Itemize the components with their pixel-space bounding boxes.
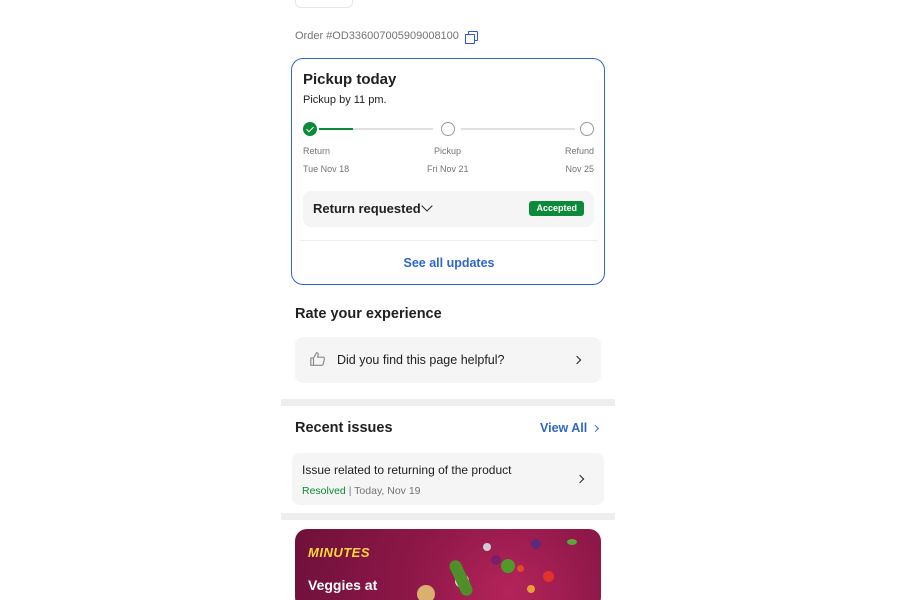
issue-status: Resolved bbox=[302, 485, 346, 497]
step-refund-node bbox=[580, 122, 594, 136]
chevron-right-icon bbox=[592, 424, 600, 432]
progress-segment-1 bbox=[319, 128, 433, 130]
cucumber-illustration bbox=[447, 558, 475, 598]
order-id-text: Order #OD336007005909008100 bbox=[295, 30, 459, 42]
promo-banner[interactable]: MINUTES Veggies at bbox=[295, 529, 601, 600]
tracking-title: Pickup today bbox=[303, 71, 397, 88]
veggie-illustration bbox=[531, 539, 541, 549]
view-all-label: View All bbox=[540, 421, 588, 435]
veggie-illustration bbox=[491, 555, 501, 565]
veggie-illustration bbox=[483, 543, 491, 551]
veggie-illustration bbox=[517, 565, 524, 572]
return-status-label: Return requested bbox=[313, 201, 421, 216]
veggie-illustration bbox=[543, 571, 554, 582]
accepted-status-badge: Accepted bbox=[529, 201, 584, 216]
tracking-subtitle: Pickup by 11 pm. bbox=[303, 94, 387, 106]
step-refund-label: Refund bbox=[564, 146, 594, 156]
veggie-illustration bbox=[501, 559, 515, 573]
card-divider bbox=[300, 240, 598, 241]
issue-meta: Resolved | Today, Nov 19 bbox=[302, 485, 421, 497]
rate-section-title: Rate your experience bbox=[295, 306, 442, 322]
tracking-card: Pickup today Pickup by 11 pm. Return Pic… bbox=[291, 58, 605, 285]
page-column: Order #OD336007005909008100 Pickup today… bbox=[281, 0, 615, 600]
progress-segment-2 bbox=[461, 128, 575, 130]
potato-illustration bbox=[417, 585, 435, 600]
copy-icon[interactable] bbox=[464, 30, 478, 44]
veggie-illustration bbox=[527, 585, 535, 593]
issue-title: Issue related to returning of the produc… bbox=[302, 463, 512, 477]
step-pickup-node bbox=[441, 122, 455, 136]
thumbs-up-icon bbox=[310, 352, 326, 366]
step-pickup-label: Pickup bbox=[434, 146, 462, 156]
section-separator bbox=[281, 513, 615, 520]
step-pickup-date: Fri Nov 21 bbox=[427, 164, 469, 174]
chevron-down-icon bbox=[421, 200, 433, 212]
issue-meta-separator: | bbox=[348, 485, 352, 497]
promo-headline: Veggies at bbox=[308, 577, 378, 593]
issue-date: Today, Nov 19 bbox=[354, 485, 421, 497]
veggie-illustration bbox=[567, 539, 577, 545]
see-all-updates-link[interactable]: See all updates bbox=[292, 256, 606, 270]
step-return-check-icon bbox=[303, 122, 317, 136]
tracking-progress bbox=[303, 121, 595, 137]
promo-brand-logo: MINUTES bbox=[308, 545, 370, 560]
helpful-prompt-text: Did you find this page helpful? bbox=[337, 353, 505, 367]
view-all-link[interactable]: View All bbox=[540, 421, 600, 435]
previous-card-edge bbox=[295, 0, 353, 8]
helpful-feedback-button[interactable]: Did you find this page helpful? bbox=[295, 337, 601, 383]
step-return-label: Return bbox=[303, 146, 331, 156]
issue-list-item[interactable]: Issue related to returning of the produc… bbox=[292, 453, 604, 505]
progress-segment-fill bbox=[319, 128, 354, 130]
chevron-right-icon bbox=[575, 474, 585, 484]
step-return-date: Tue Nov 18 bbox=[303, 164, 350, 174]
return-status-dropdown[interactable]: Return requested Accepted bbox=[303, 191, 594, 227]
chevron-right-icon bbox=[572, 355, 582, 365]
recent-issues-title: Recent issues bbox=[295, 420, 393, 436]
order-id-row: Order #OD336007005909008100 bbox=[295, 30, 478, 44]
section-separator bbox=[281, 399, 615, 406]
step-refund-date: Nov 25 bbox=[565, 164, 594, 174]
